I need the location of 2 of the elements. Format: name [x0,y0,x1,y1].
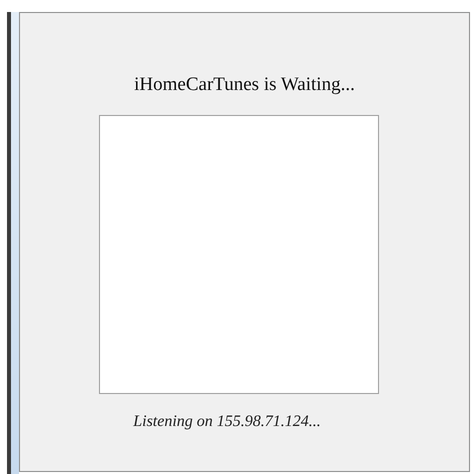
status-text: Listening on 155.98.71.124... [133,413,321,431]
window-title: iHomeCarTunes is Waiting... [134,74,355,96]
